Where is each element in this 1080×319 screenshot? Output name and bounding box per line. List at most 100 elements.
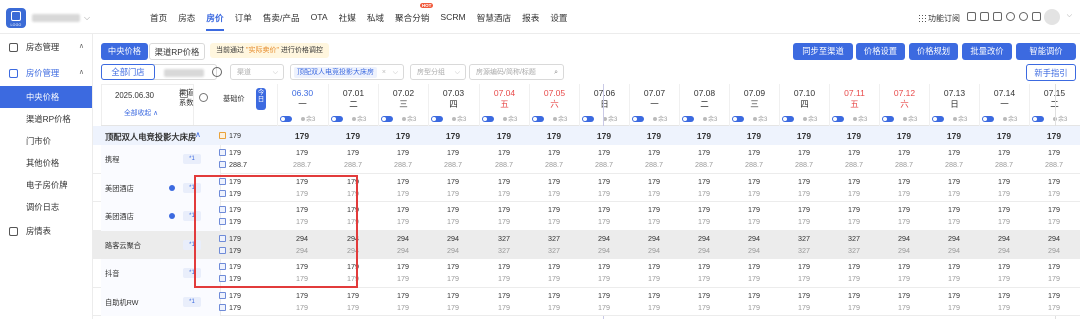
- channel-price-cell[interactable]: 294: [929, 234, 979, 243]
- chevron-up-icon[interactable]: ∧: [195, 130, 201, 139]
- beginner-guide-button[interactable]: 新手指引: [1026, 64, 1076, 81]
- channel-select[interactable]: 渠道 ⌵: [230, 64, 284, 80]
- channel-price-cell[interactable]: 294: [729, 234, 779, 243]
- room-name[interactable]: 顶配双人电竞投影大床房: [105, 131, 196, 143]
- channel-price-cell[interactable]: 179: [879, 262, 929, 271]
- nav-item[interactable]: 社媒: [339, 0, 356, 34]
- sale-toggle[interactable]: [280, 116, 292, 122]
- sale-toggle[interactable]: [882, 116, 894, 122]
- room-price-cell[interactable]: 179: [378, 131, 428, 141]
- channel-price-cell[interactable]: 179: [428, 177, 478, 186]
- sale-toggle[interactable]: [532, 116, 544, 122]
- nav-item[interactable]: SCRM: [440, 0, 465, 34]
- channel-price-cell[interactable]: 179: [479, 262, 529, 271]
- channel-price-cell[interactable]: 327: [479, 234, 529, 243]
- channel-price-cell[interactable]: 179: [277, 148, 327, 157]
- sidebar-subitem[interactable]: 调价日志: [0, 196, 92, 218]
- nav-item[interactable]: 首页: [150, 0, 167, 34]
- sidebar-item-price-management[interactable]: 房价管理 ∧: [0, 60, 92, 86]
- sidebar-subitem[interactable]: 门市价: [0, 130, 92, 152]
- sale-toggle[interactable]: [431, 116, 443, 122]
- channel-price-cell[interactable]: 294: [428, 234, 478, 243]
- channel-price-cell[interactable]: 179: [479, 177, 529, 186]
- document-icon[interactable]: [967, 12, 976, 21]
- channel-price-cell[interactable]: 179: [779, 291, 829, 300]
- channel-price-cell[interactable]: 179: [579, 291, 629, 300]
- channel-price-cell[interactable]: 327: [829, 234, 879, 243]
- settings-icon[interactable]: [212, 67, 222, 77]
- channel-price-cell[interactable]: 179: [729, 262, 779, 271]
- tag-close-icon[interactable]: ×: [382, 65, 386, 80]
- channel-price-cell[interactable]: 179: [378, 148, 428, 157]
- sale-toggle[interactable]: [482, 116, 494, 122]
- batch-price-button[interactable]: 批量改价: [962, 43, 1012, 60]
- app-logo[interactable]: LOGO: [6, 8, 26, 28]
- room-price-cell[interactable]: 179: [579, 131, 629, 141]
- channel-price-cell[interactable]: 179: [679, 262, 729, 271]
- room-price-cell[interactable]: 179: [328, 131, 378, 141]
- channel-price-cell[interactable]: 179: [929, 148, 979, 157]
- channel-price-cell[interactable]: 179: [479, 205, 529, 214]
- sale-toggle[interactable]: [832, 116, 844, 122]
- info-icon[interactable]: [199, 93, 208, 102]
- channel-price-cell[interactable]: 179: [428, 262, 478, 271]
- room-price-cell[interactable]: 179: [428, 131, 478, 141]
- sale-toggle[interactable]: [682, 116, 694, 122]
- sale-toggle[interactable]: [582, 116, 594, 122]
- channel-price-cell[interactable]: 179: [879, 205, 929, 214]
- channel-price-cell[interactable]: 179: [277, 291, 327, 300]
- sale-toggle[interactable]: [381, 116, 393, 122]
- store-option-redacted[interactable]: [164, 69, 204, 77]
- channel-price-cell[interactable]: 179: [378, 262, 428, 271]
- channel-price-cell[interactable]: 179: [829, 177, 879, 186]
- channel-price-cell[interactable]: 179: [979, 177, 1029, 186]
- room-price-cell[interactable]: 179: [277, 131, 327, 141]
- channel-price-cell[interactable]: 179: [779, 262, 829, 271]
- room-price-cell[interactable]: 179: [479, 131, 529, 141]
- room-price-cell[interactable]: 179: [1029, 131, 1079, 141]
- channel-price-cell[interactable]: 179: [979, 148, 1029, 157]
- channel-price-cell[interactable]: 179: [629, 148, 679, 157]
- avatar[interactable]: [1044, 9, 1060, 25]
- sidebar-subitem[interactable]: 中央价格: [0, 86, 92, 108]
- sale-toggle[interactable]: [932, 116, 944, 122]
- sale-toggle[interactable]: [632, 116, 644, 122]
- channel-price-cell[interactable]: 179: [579, 205, 629, 214]
- channel-price-cell[interactable]: 179: [479, 148, 529, 157]
- collapse-all-link[interactable]: 全部收起 ∧: [124, 107, 158, 117]
- channel-price-cell[interactable]: 179: [829, 291, 879, 300]
- channel-coef-badge[interactable]: *1: [183, 297, 201, 307]
- channel-price-cell[interactable]: 179: [529, 205, 579, 214]
- channel-price-cell[interactable]: 179: [729, 177, 779, 186]
- channel-price-cell[interactable]: 179: [829, 205, 879, 214]
- room-price-cell[interactable]: 179: [729, 131, 779, 141]
- room-price-cell[interactable]: 179: [929, 131, 979, 141]
- nav-item[interactable]: 房价: [206, 0, 224, 34]
- chevron-down-icon[interactable]: ⌵: [1067, 12, 1072, 20]
- channel-price-cell[interactable]: 179: [829, 262, 879, 271]
- room-price-cell[interactable]: 179: [529, 131, 579, 141]
- channel-price-cell[interactable]: 179: [729, 291, 779, 300]
- channel-price-cell[interactable]: 179: [629, 205, 679, 214]
- store-switcher[interactable]: ⌵: [32, 12, 90, 23]
- channel-coef-badge[interactable]: *1: [183, 154, 201, 164]
- room-price-cell[interactable]: 179: [829, 131, 879, 141]
- channel-price-cell[interactable]: 179: [428, 148, 478, 157]
- channel-price-cell[interactable]: 179: [479, 291, 529, 300]
- help-icon[interactable]: [1019, 12, 1028, 21]
- channel-price-cell[interactable]: 179: [529, 291, 579, 300]
- channel-price-cell[interactable]: 294: [879, 234, 929, 243]
- room-price-cell[interactable]: 179: [979, 131, 1029, 141]
- sidebar-subitem[interactable]: 电子房价牌: [0, 174, 92, 196]
- channel-price-cell[interactable]: 179: [328, 291, 378, 300]
- channel-price-cell[interactable]: 179: [629, 291, 679, 300]
- channel-price-cell[interactable]: 179: [979, 262, 1029, 271]
- sale-toggle[interactable]: [331, 116, 343, 122]
- channel-price-cell[interactable]: 179: [529, 148, 579, 157]
- nav-item[interactable]: 报表: [522, 0, 539, 34]
- sale-toggle[interactable]: [732, 116, 744, 122]
- price-setting-button[interactable]: 价格设置: [856, 43, 905, 60]
- channel-price-cell[interactable]: 179: [1029, 262, 1079, 271]
- channel-price-cell[interactable]: 179: [929, 262, 979, 271]
- channel-price-cell[interactable]: 179: [779, 177, 829, 186]
